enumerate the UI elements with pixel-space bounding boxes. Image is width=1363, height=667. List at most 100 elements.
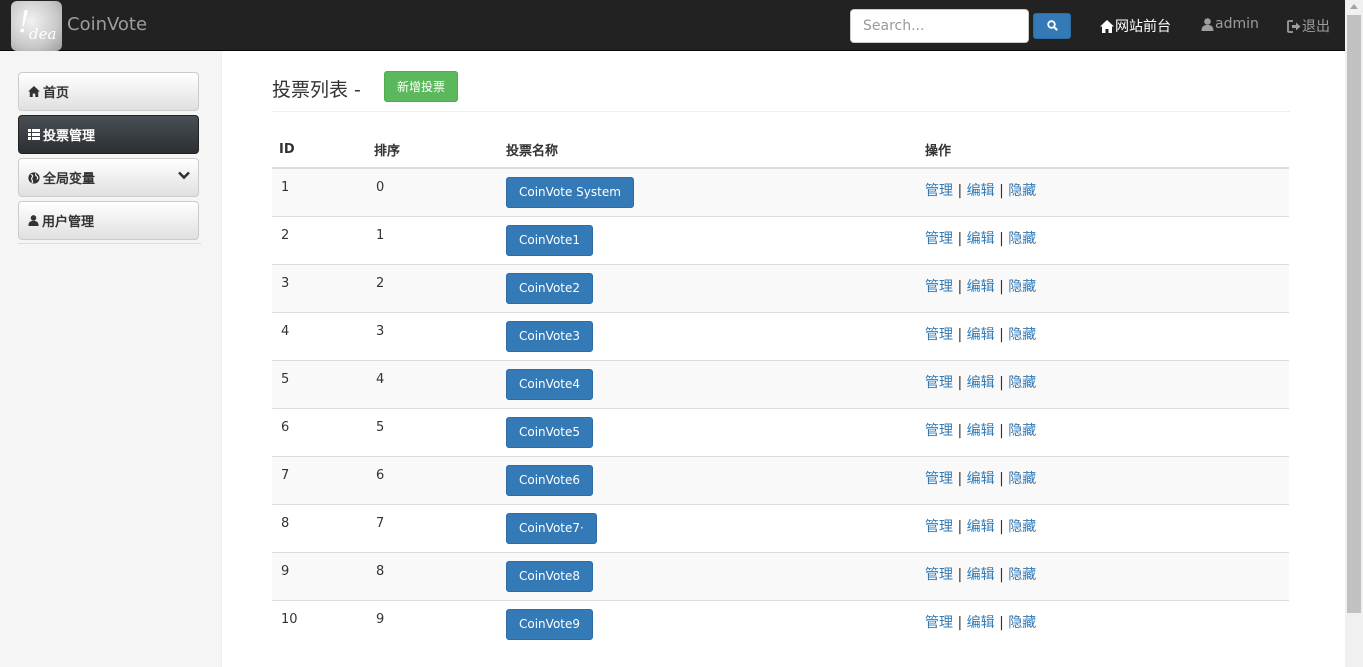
cell-actions: 管理 | 编辑 | 隐藏 bbox=[918, 311, 1289, 360]
cell-actions: 管理 | 编辑 | 隐藏 bbox=[918, 503, 1289, 552]
action-separator: | bbox=[957, 518, 963, 535]
cell-order: 9 bbox=[367, 599, 499, 648]
edit-link[interactable]: 编辑 bbox=[967, 183, 995, 199]
cell-actions: 管理 | 编辑 | 隐藏 bbox=[918, 455, 1289, 504]
hide-link[interactable]: 隐藏 bbox=[1008, 327, 1036, 343]
vote-name-button[interactable]: CoinVote3 bbox=[506, 320, 594, 352]
table-row: 5 4 CoinVote4 管理 | 编辑 | 隐藏 bbox=[272, 359, 1289, 408]
manage-link[interactable]: 管理 bbox=[925, 519, 953, 535]
edit-link[interactable]: 编辑 bbox=[967, 231, 995, 247]
column-header-name: 投票名称 bbox=[499, 131, 918, 169]
table-row: 1 0 CoinVote System 管理 | 编辑 | 隐藏 bbox=[272, 168, 1289, 216]
logo-lettering: dea bbox=[29, 25, 57, 43]
manage-link[interactable]: 管理 bbox=[925, 567, 953, 583]
cell-id: 4 bbox=[272, 311, 367, 360]
vote-name-button[interactable]: CoinVote4 bbox=[506, 368, 594, 400]
edit-link[interactable]: 编辑 bbox=[967, 615, 995, 631]
hide-link[interactable]: 隐藏 bbox=[1008, 231, 1036, 247]
manage-link[interactable]: 管理 bbox=[925, 423, 953, 439]
hide-link[interactable]: 隐藏 bbox=[1008, 615, 1036, 631]
cell-id: 3 bbox=[272, 263, 367, 312]
globe-icon bbox=[28, 171, 40, 184]
manage-link[interactable]: 管理 bbox=[925, 615, 953, 631]
hide-link[interactable]: 隐藏 bbox=[1008, 279, 1036, 295]
edit-link[interactable]: 编辑 bbox=[967, 519, 995, 535]
sidebar-item-global-vars[interactable]: 全局变量 bbox=[18, 158, 199, 197]
vote-name-button[interactable]: CoinVote2 bbox=[506, 272, 594, 304]
cell-id: 10 bbox=[272, 599, 367, 648]
search-button[interactable] bbox=[1033, 13, 1071, 39]
cell-order: 6 bbox=[367, 455, 499, 504]
cell-actions: 管理 | 编辑 | 隐藏 bbox=[918, 215, 1289, 264]
action-separator: | bbox=[957, 470, 963, 487]
manage-link[interactable]: 管理 bbox=[925, 327, 953, 343]
table-row: 6 5 CoinVote5 管理 | 编辑 | 隐藏 bbox=[272, 407, 1289, 456]
cell-id: 8 bbox=[272, 503, 367, 552]
vote-name-button[interactable]: CoinVote1 bbox=[506, 224, 594, 256]
vote-name-button[interactable]: CoinVote5 bbox=[506, 416, 594, 448]
cell-name: CoinVote System bbox=[499, 168, 918, 216]
sidebar-item-label: 全局变量 bbox=[43, 172, 96, 187]
hide-link[interactable]: 隐藏 bbox=[1008, 183, 1036, 199]
scroll-up-arrow-icon[interactable] bbox=[1350, 4, 1358, 9]
action-separator: | bbox=[999, 518, 1004, 535]
sidebar-item-vote-management[interactable]: 投票管理 bbox=[18, 115, 199, 154]
brand-logo[interactable]: ! dea bbox=[11, 1, 62, 51]
hide-link[interactable]: 隐藏 bbox=[1008, 423, 1036, 439]
cell-actions: 管理 | 编辑 | 隐藏 bbox=[918, 359, 1289, 408]
edit-link[interactable]: 编辑 bbox=[967, 279, 995, 295]
home-icon bbox=[28, 86, 40, 97]
vote-name-button[interactable]: CoinVote6 bbox=[506, 464, 594, 496]
table-row: 3 2 CoinVote2 管理 | 编辑 | 隐藏 bbox=[272, 263, 1289, 312]
action-separator: | bbox=[999, 422, 1004, 439]
logout-icon bbox=[1287, 19, 1301, 33]
add-vote-button[interactable]: 新增投票 bbox=[384, 71, 458, 102]
edit-link[interactable]: 编辑 bbox=[967, 327, 995, 343]
vote-name-button[interactable]: CoinVote7· bbox=[506, 512, 597, 544]
page-title: 投票列表 - bbox=[272, 79, 361, 101]
action-separator: | bbox=[999, 278, 1004, 295]
vote-name-button[interactable]: CoinVote9 bbox=[506, 608, 594, 640]
manage-link[interactable]: 管理 bbox=[925, 279, 953, 295]
manage-link[interactable]: 管理 bbox=[925, 183, 953, 199]
vote-name-button[interactable]: CoinVote8 bbox=[506, 560, 594, 592]
scrollbar-thumb[interactable] bbox=[1347, 15, 1361, 613]
cell-order: 3 bbox=[367, 311, 499, 360]
action-separator: | bbox=[999, 614, 1004, 631]
manage-link[interactable]: 管理 bbox=[925, 375, 953, 391]
sidebar-divider bbox=[18, 243, 201, 244]
hide-link[interactable]: 隐藏 bbox=[1008, 471, 1036, 487]
cell-actions: 管理 | 编辑 | 隐藏 bbox=[918, 407, 1289, 456]
cell-name: CoinVote5 bbox=[499, 407, 918, 456]
action-separator: | bbox=[957, 566, 963, 583]
hide-link[interactable]: 隐藏 bbox=[1008, 567, 1036, 583]
sidebar-item-home[interactable]: 首页 bbox=[18, 72, 199, 111]
hide-link[interactable]: 隐藏 bbox=[1008, 375, 1036, 391]
scrollbar[interactable] bbox=[1345, 0, 1363, 667]
sidebar-item-user-management[interactable]: 用户管理 bbox=[18, 201, 199, 240]
manage-link[interactable]: 管理 bbox=[925, 231, 953, 247]
nav-link-logout[interactable]: 退出 bbox=[1287, 16, 1330, 36]
cell-actions: 管理 | 编辑 | 隐藏 bbox=[918, 168, 1289, 216]
hide-link[interactable]: 隐藏 bbox=[1008, 519, 1036, 535]
nav-link-logout-label: 退出 bbox=[1302, 19, 1330, 35]
manage-link[interactable]: 管理 bbox=[925, 471, 953, 487]
cell-name: CoinVote7· bbox=[499, 503, 918, 552]
cell-order: 4 bbox=[367, 359, 499, 408]
cell-id: 5 bbox=[272, 359, 367, 408]
nav-link-frontend[interactable]: 网站前台 bbox=[1100, 16, 1171, 36]
search-input[interactable] bbox=[850, 9, 1029, 43]
top-navbar: !dea CoinVote 网站前台 admin 退出 bbox=[0, 0, 1345, 51]
nav-link-user[interactable]: admin bbox=[1201, 16, 1259, 32]
cell-order: 5 bbox=[367, 407, 499, 456]
edit-link[interactable]: 编辑 bbox=[967, 375, 995, 391]
cell-name: CoinVote9 bbox=[499, 599, 918, 648]
edit-link[interactable]: 编辑 bbox=[967, 423, 995, 439]
cell-actions: 管理 | 编辑 | 隐藏 bbox=[918, 551, 1289, 600]
vote-name-button[interactable]: CoinVote System bbox=[506, 177, 634, 208]
cell-id: 6 bbox=[272, 407, 367, 456]
edit-link[interactable]: 编辑 bbox=[967, 567, 995, 583]
edit-link[interactable]: 编辑 bbox=[967, 471, 995, 487]
cell-name: CoinVote8 bbox=[499, 551, 918, 600]
brand-name[interactable]: CoinVote bbox=[67, 14, 147, 35]
